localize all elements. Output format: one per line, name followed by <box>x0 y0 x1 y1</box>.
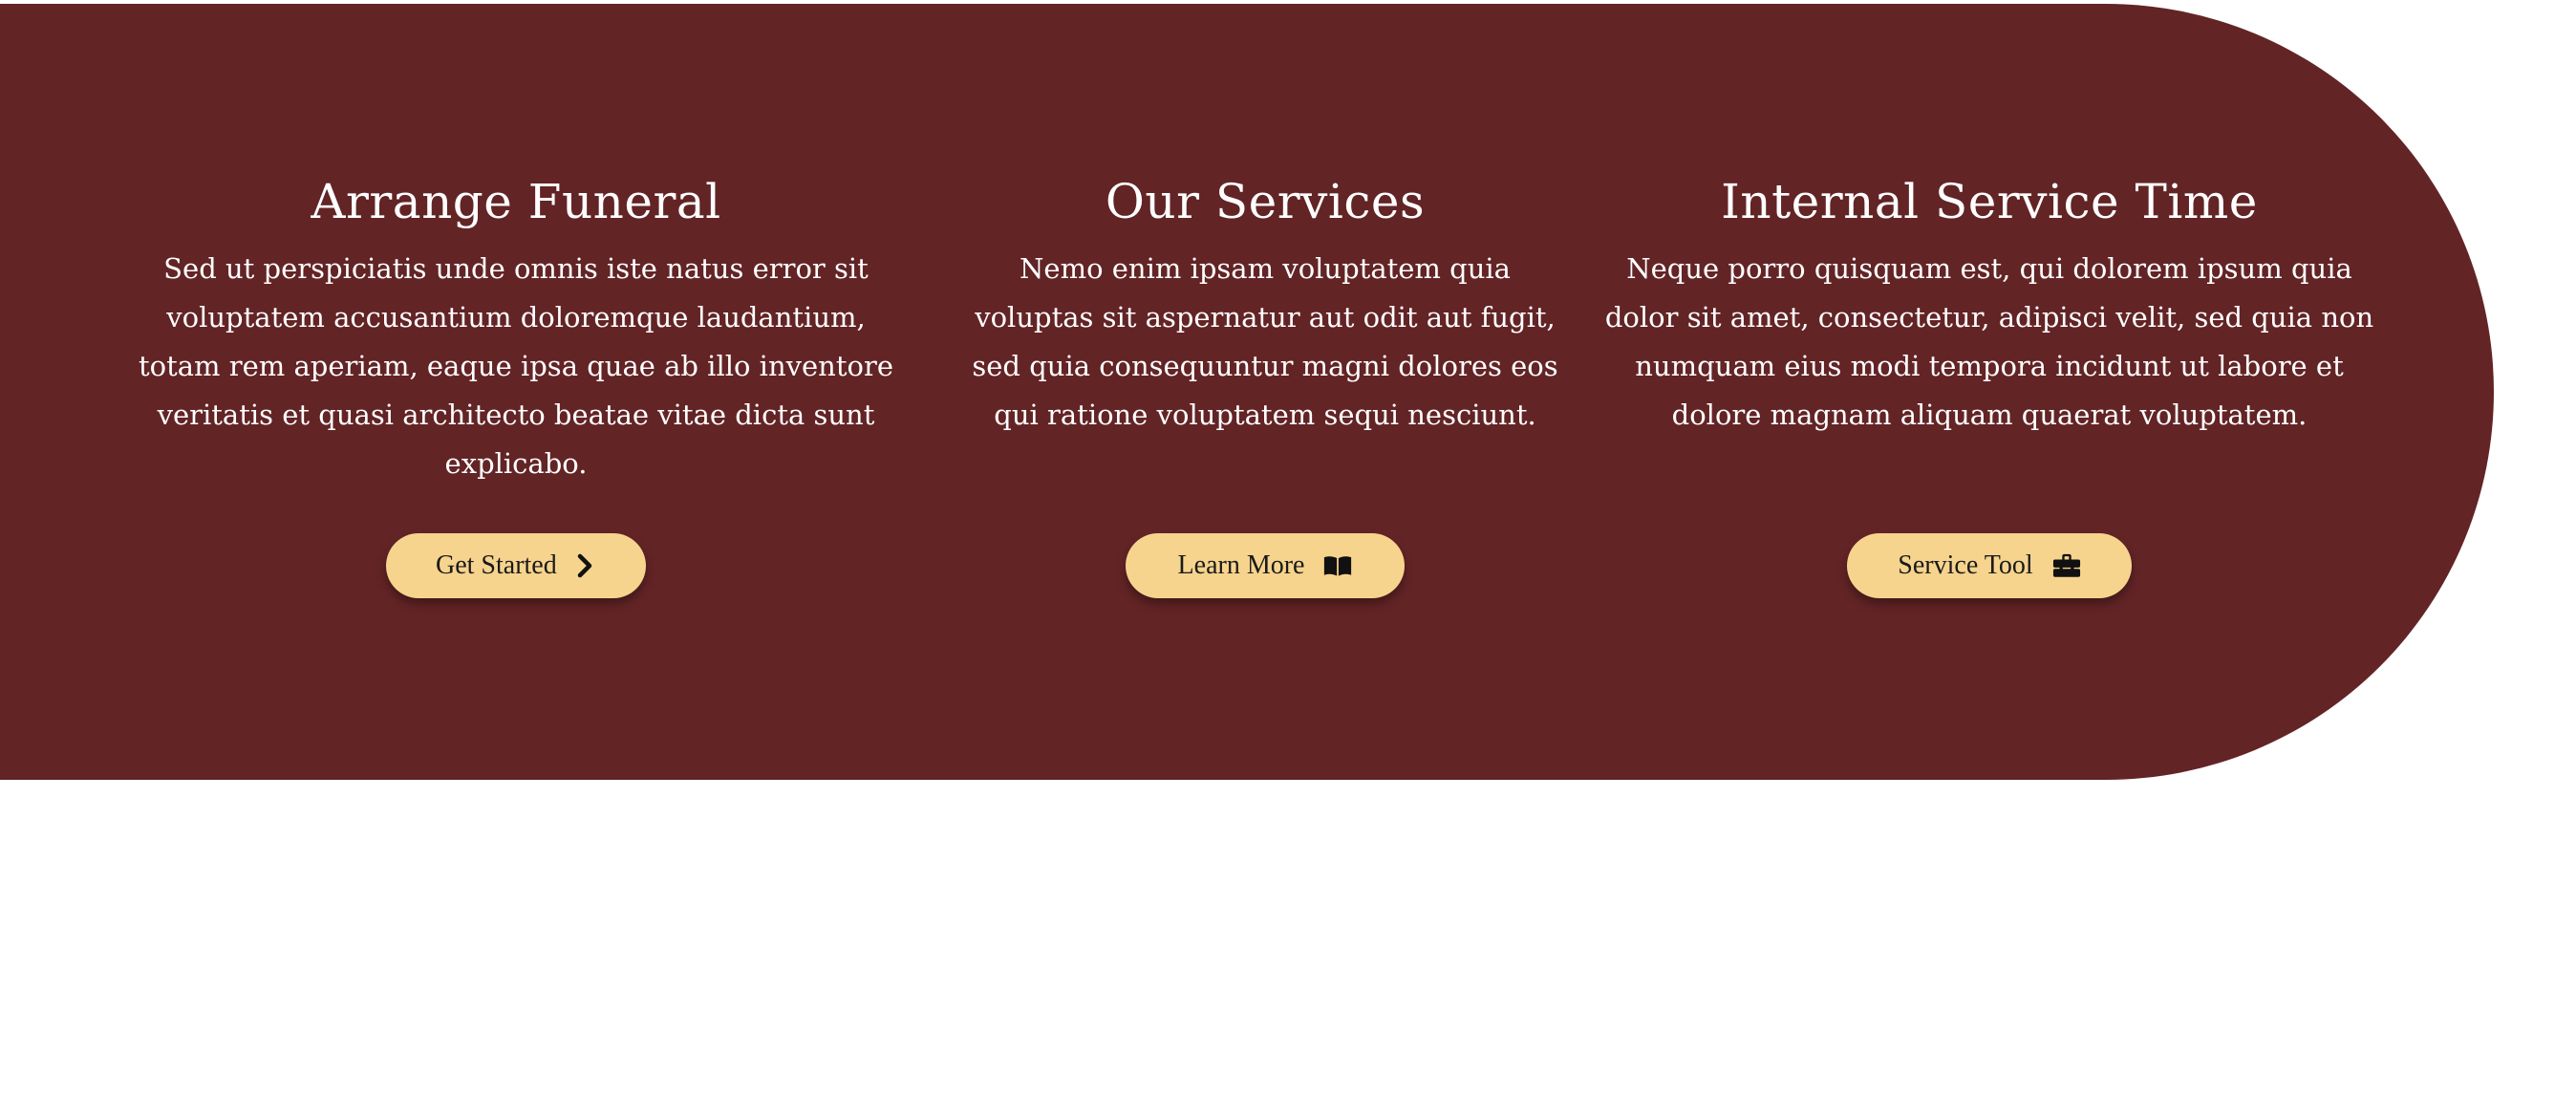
get-started-button[interactable]: Get Started <box>386 533 646 598</box>
book-open-icon <box>1323 551 1352 580</box>
section-title: Our Services <box>1105 174 1426 229</box>
button-label: Learn More <box>1177 550 1305 580</box>
section-arrange-funeral: Arrange Funeral Sed ut perspiciatis unde… <box>122 4 910 780</box>
section-our-services: Our Services Nemo enim ipsam voluptatem … <box>957 4 1573 780</box>
services-banner: Arrange Funeral Sed ut perspiciatis unde… <box>0 4 2494 780</box>
section-title: Arrange Funeral <box>311 174 721 229</box>
learn-more-button[interactable]: Learn More <box>1126 533 1405 598</box>
section-description: Nemo enim ipsam voluptatem quia voluptas… <box>972 252 1558 431</box>
section-internal-service-time: Internal Service Time Neque porro quisqu… <box>1594 4 2385 780</box>
chevron-right-icon <box>576 551 596 580</box>
section-description: Neque porro quisquam est, qui dolorem ip… <box>1604 252 2374 431</box>
section-title: Internal Service Time <box>1721 174 2258 229</box>
section-description: Sed ut perspiciatis unde omnis iste natu… <box>139 252 893 480</box>
button-label: Get Started <box>436 550 557 580</box>
toolbox-icon <box>2052 551 2081 580</box>
service-tool-button[interactable]: Service Tool <box>1847 533 2132 598</box>
button-label: Service Tool <box>1898 550 2033 580</box>
